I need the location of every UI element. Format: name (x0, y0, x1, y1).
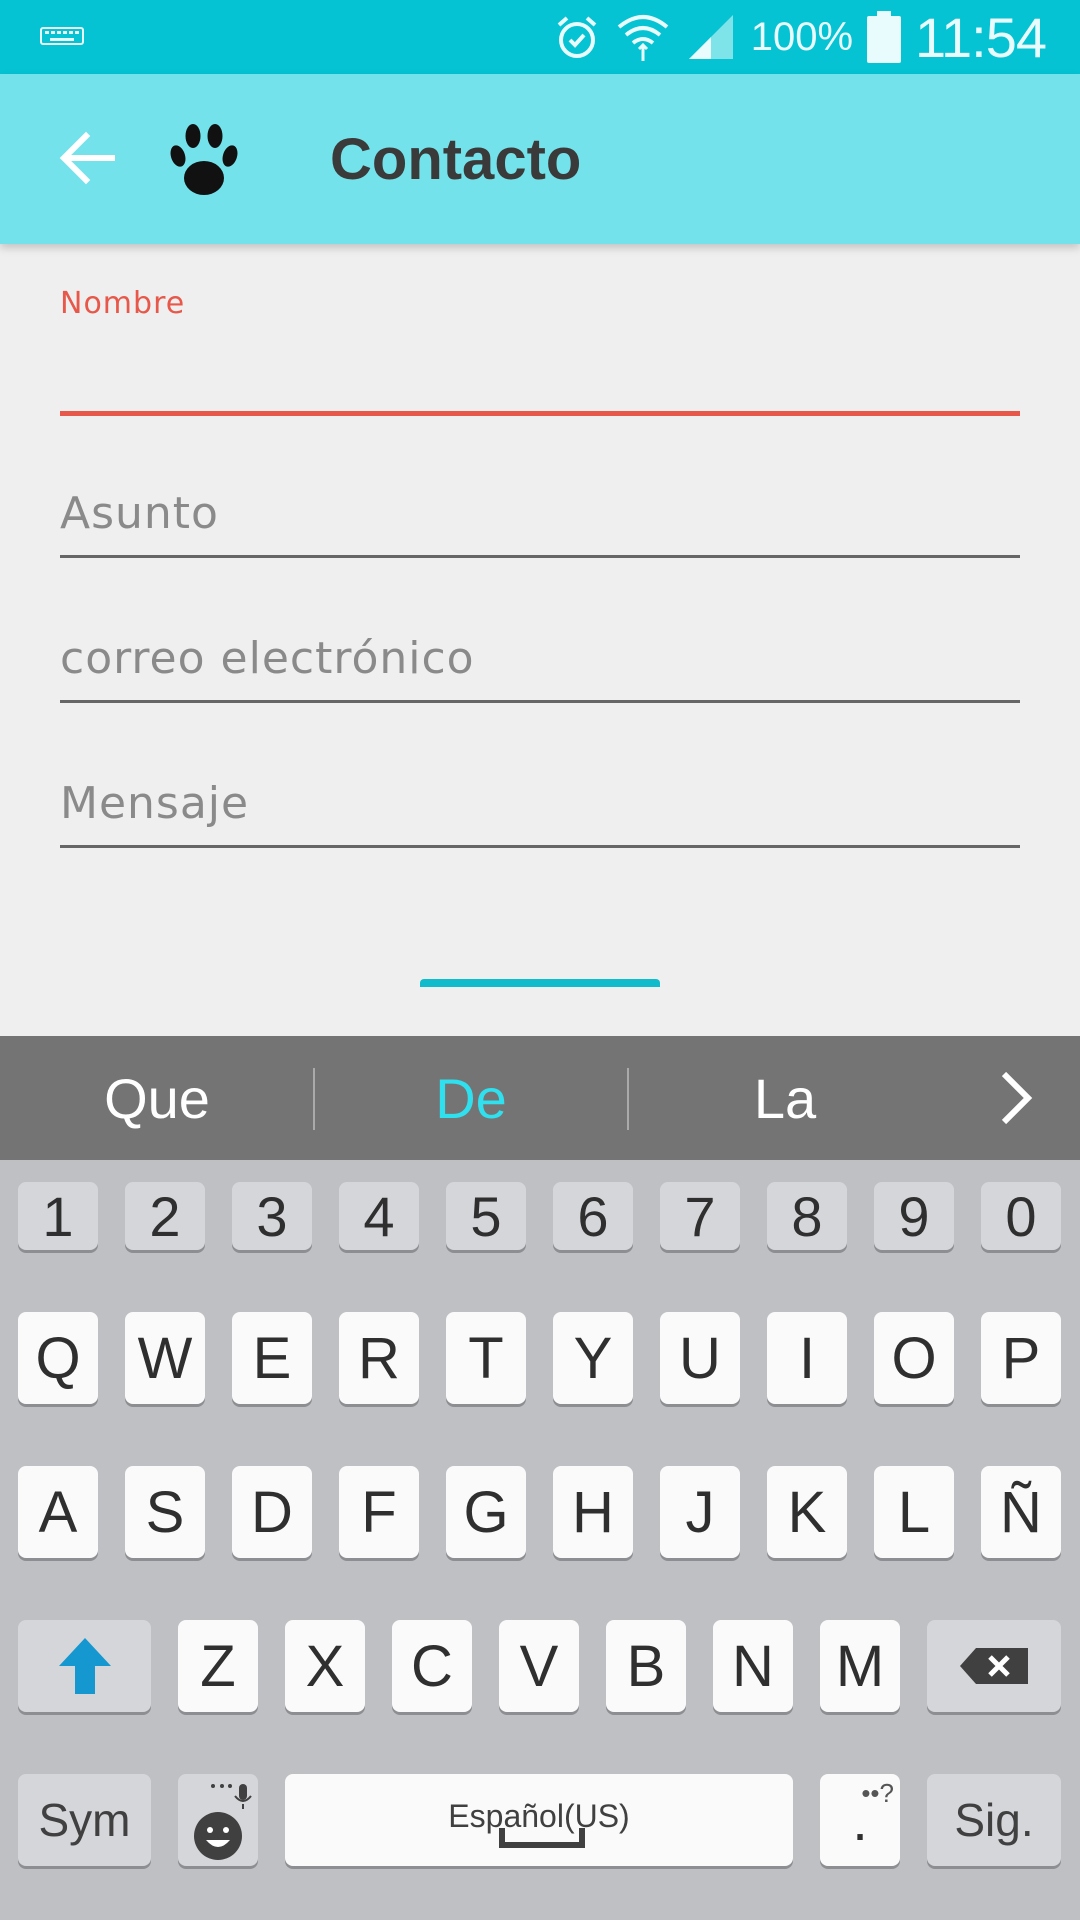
status-bar: 100% 11:54 (0, 0, 1080, 74)
mensaje-placeholder: Mensaje (60, 778, 250, 829)
keyboard: 1 2 3 4 5 6 7 8 9 0 Q W E R T Y U I O P … (0, 1160, 1080, 1920)
backspace-icon (960, 1648, 1028, 1684)
key-d[interactable]: D (232, 1466, 312, 1558)
keyboard-icon (40, 27, 84, 45)
suggestion-2[interactable]: De (314, 1036, 628, 1160)
key-b[interactable]: B (606, 1620, 686, 1712)
chevron-right-icon[interactable] (990, 1070, 1040, 1126)
key-a[interactable]: A (18, 1466, 98, 1558)
paw-logo-icon (170, 124, 238, 195)
key-w[interactable]: W (125, 1312, 205, 1404)
next-key[interactable]: Sig. (927, 1774, 1061, 1866)
correo-field[interactable]: correo electrónico (60, 615, 1020, 703)
key-t[interactable]: T (446, 1312, 526, 1404)
signal-icon (688, 15, 733, 59)
key-z[interactable]: Z (178, 1620, 258, 1712)
page-title: Contacto (330, 127, 582, 192)
key-5[interactable]: 5 (446, 1182, 526, 1250)
key-o[interactable]: O (874, 1312, 954, 1404)
key-x[interactable]: X (285, 1620, 365, 1712)
asunto-underline (60, 555, 1020, 558)
key-q[interactable]: Q (18, 1312, 98, 1404)
key-1[interactable]: 1 (18, 1182, 98, 1250)
key-7[interactable]: 7 (660, 1182, 740, 1250)
alarm-icon (557, 16, 597, 58)
mensaje-field[interactable]: Mensaje (60, 760, 1020, 848)
period-key[interactable]: ••? . (820, 1774, 900, 1866)
key-3[interactable]: 3 (232, 1182, 312, 1250)
key-8[interactable]: 8 (767, 1182, 847, 1250)
key-e[interactable]: E (232, 1312, 312, 1404)
key-r[interactable]: R (339, 1312, 419, 1404)
key-2[interactable]: 2 (125, 1182, 205, 1250)
correo-placeholder: correo electrónico (60, 633, 475, 684)
suggestion-3[interactable]: La (628, 1036, 942, 1160)
shift-key[interactable] (18, 1620, 151, 1712)
key-k[interactable]: K (767, 1466, 847, 1558)
key-j[interactable]: J (660, 1466, 740, 1558)
key-m[interactable]: M (820, 1620, 900, 1712)
nombre-label: Nombre (60, 286, 186, 321)
wifi-icon (617, 15, 668, 61)
key-v[interactable]: V (499, 1620, 579, 1712)
next-label: Sig. (954, 1794, 1034, 1846)
app-bar: Contacto (0, 74, 1080, 244)
key-g[interactable]: G (446, 1466, 526, 1558)
key-6[interactable]: 6 (553, 1182, 633, 1250)
sym-key[interactable]: Sym (18, 1774, 151, 1866)
key-i[interactable]: I (767, 1312, 847, 1404)
battery-percent: 100% (750, 14, 854, 59)
nombre-field[interactable]: Nombre (60, 280, 1020, 416)
key-u[interactable]: U (660, 1312, 740, 1404)
asunto-field[interactable]: Asunto (60, 470, 1020, 558)
key-l[interactable]: L (874, 1466, 954, 1558)
key-4[interactable]: 4 (339, 1182, 419, 1250)
key-n[interactable]: N (713, 1620, 793, 1712)
scroll-indicator (420, 979, 660, 987)
key-h[interactable]: H (553, 1466, 633, 1558)
correo-underline (60, 700, 1020, 703)
shift-arrow-icon (58, 1638, 111, 1694)
key-y[interactable]: Y (553, 1312, 633, 1404)
suggestion-bar: Que De La (0, 1036, 1080, 1160)
punctuation-hint: ••? (861, 1778, 894, 1808)
key-c[interactable]: C (392, 1620, 472, 1712)
key-9[interactable]: 9 (874, 1182, 954, 1250)
clock: 11:54 (915, 5, 1047, 69)
back-arrow-icon[interactable] (52, 122, 124, 194)
asunto-placeholder: Asunto (60, 488, 219, 539)
space-bar-icon (499, 1828, 585, 1848)
emoji-key[interactable] (178, 1774, 258, 1866)
battery-icon (867, 11, 902, 63)
key-enye[interactable]: Ñ (981, 1466, 1061, 1558)
key-f[interactable]: F (339, 1466, 419, 1558)
sym-label: Sym (38, 1794, 131, 1846)
suggestion-1[interactable]: Que (0, 1036, 314, 1160)
key-p[interactable]: P (981, 1312, 1061, 1404)
backspace-key[interactable] (927, 1620, 1061, 1712)
space-key[interactable]: Español(US) (285, 1774, 793, 1866)
nombre-underline (60, 411, 1020, 416)
emoji-mic-icon (194, 1784, 252, 1860)
mensaje-underline (60, 845, 1020, 848)
key-s[interactable]: S (125, 1466, 205, 1558)
key-0[interactable]: 0 (981, 1182, 1061, 1250)
